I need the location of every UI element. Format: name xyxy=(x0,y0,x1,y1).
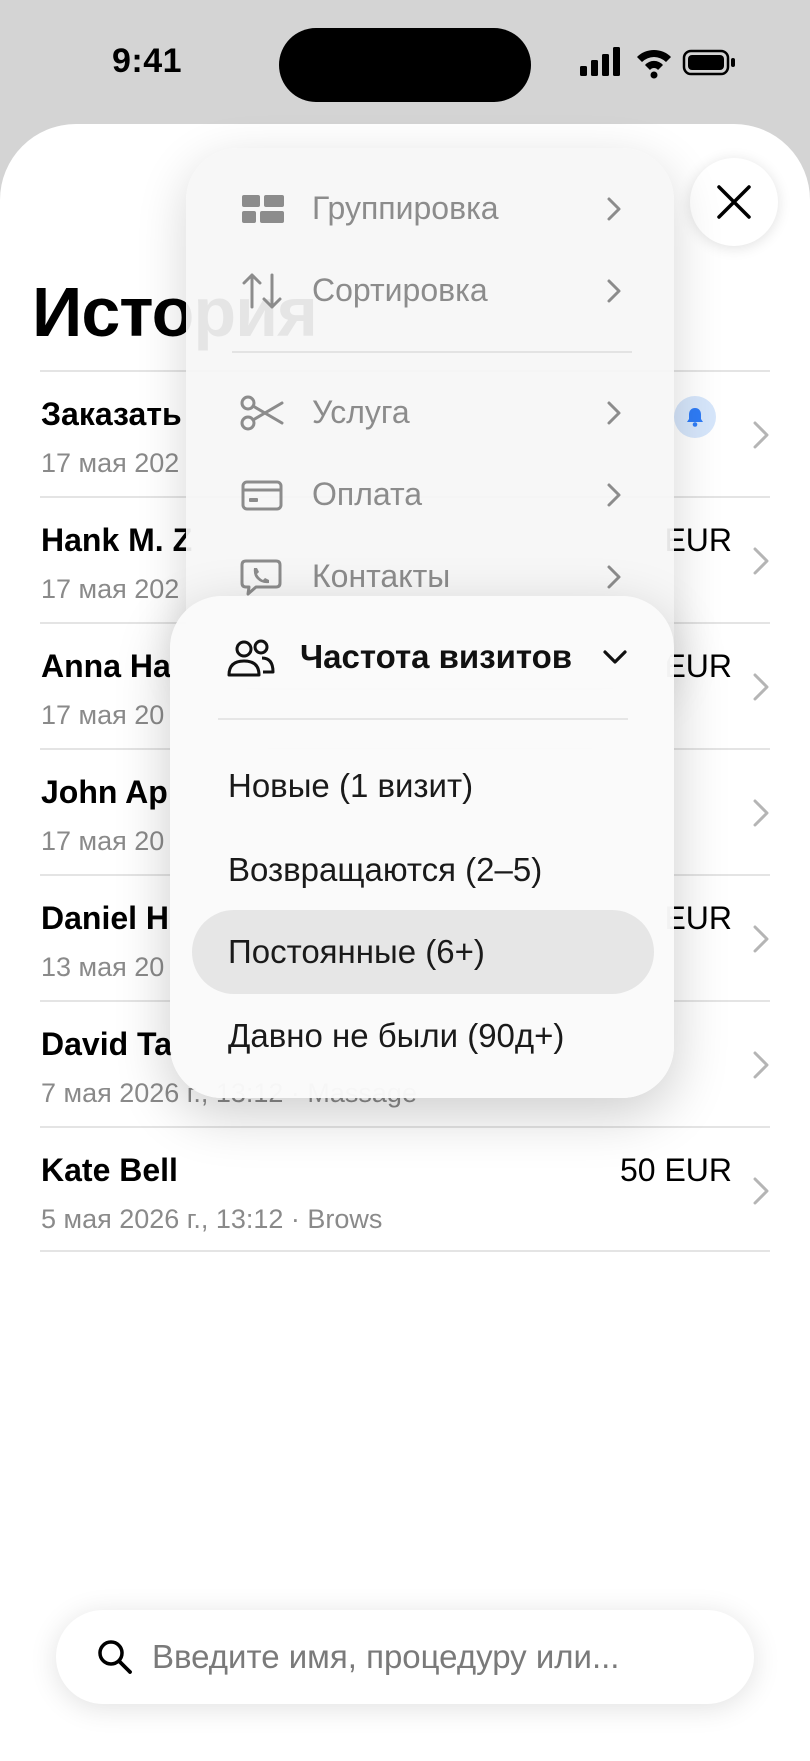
submenu-header[interactable]: Частота визитов xyxy=(170,596,674,716)
list-item-subtitle: 17 мая 202 xyxy=(41,448,180,478)
menu-item-payment[interactable]: Оплата xyxy=(186,460,674,530)
list-item-amount: 50 EUR xyxy=(619,1152,732,1188)
status-time: 9:41 xyxy=(112,42,183,80)
status-bar: 9:41 xyxy=(0,0,810,130)
menu-item-label: Контакты xyxy=(312,558,451,594)
chevron-right-icon xyxy=(607,565,621,589)
list-item-amount: EUR xyxy=(664,522,732,558)
list-item-subtitle: 5 мая 2026 г., 13:12 · Brows xyxy=(41,1204,383,1234)
menu-item-service[interactable]: Услуга xyxy=(186,378,674,448)
menu-item-sorting[interactable]: Сортировка xyxy=(186,256,674,326)
list-item-title: Hank M. Z xyxy=(41,522,193,558)
notification-badge xyxy=(674,396,716,438)
menu-item-label: Услуга xyxy=(312,394,410,430)
chevron-right-icon xyxy=(753,673,769,701)
list-item-amount: EUR xyxy=(664,648,732,684)
list-item-title: Daniel H xyxy=(41,900,170,936)
list-item[interactable]: Kate Bell 5 мая 2026 г., 13:12 · Brows 5… xyxy=(40,1126,770,1252)
menu-item-label: Группировка xyxy=(312,190,499,226)
chevron-down-icon xyxy=(603,650,627,664)
close-icon xyxy=(717,185,751,219)
cellular-signal-icon xyxy=(580,47,620,76)
list-item-subtitle: 13 мая 20 xyxy=(41,952,165,982)
wifi-icon xyxy=(637,49,671,79)
list-item-title: Kate Bell xyxy=(41,1152,178,1188)
list-item-title: Заказать xyxy=(41,396,182,432)
search-bar[interactable] xyxy=(56,1610,754,1704)
grouping-icon xyxy=(242,195,284,223)
dynamic-island xyxy=(279,28,531,102)
list-item-subtitle: 17 мая 202 xyxy=(41,574,180,604)
option-label: Постоянные (6+) xyxy=(228,933,485,970)
close-button[interactable] xyxy=(690,158,778,246)
menu-item-grouping[interactable]: Группировка xyxy=(186,174,674,244)
chevron-right-icon xyxy=(753,547,769,575)
menu-item-label: Оплата xyxy=(312,476,423,512)
people-icon xyxy=(227,639,275,677)
card-icon xyxy=(241,480,283,511)
menu-divider xyxy=(232,351,632,353)
list-item-title: John Ap xyxy=(41,774,168,810)
list-item-subtitle: 17 мая 20 xyxy=(41,700,165,730)
chevron-right-icon xyxy=(607,279,621,303)
list-item-title: David Ta xyxy=(41,1026,172,1062)
list-item-amount: EUR xyxy=(664,900,732,936)
chevron-right-icon xyxy=(753,925,769,953)
chevron-right-icon xyxy=(753,1051,769,1079)
chat-phone-icon xyxy=(240,559,282,596)
option-label: Новые (1 визит) xyxy=(228,767,474,804)
option-new-clients[interactable]: Новые (1 визит) xyxy=(192,744,654,828)
search-input[interactable] xyxy=(152,1610,732,1704)
chevron-right-icon xyxy=(753,799,769,827)
status-icons xyxy=(580,47,735,79)
chevron-right-icon xyxy=(607,197,621,221)
option-label: Давно не были (90д+) xyxy=(228,1017,565,1054)
list-item-subtitle: 17 мая 20 xyxy=(41,826,165,856)
visit-frequency-submenu: Частота визитов Новые (1 визит) Возвраща… xyxy=(170,596,674,1098)
submenu-title: Частота визитов xyxy=(300,638,573,675)
list-item-title: Anna Ha xyxy=(41,648,171,684)
option-returning-clients[interactable]: Возвращаются (2–5) xyxy=(192,828,654,912)
option-lapsed-clients[interactable]: Давно не были (90д+) xyxy=(192,994,654,1078)
chevron-right-icon xyxy=(753,421,769,449)
option-regular-clients[interactable]: Постоянные (6+) xyxy=(192,910,654,994)
bell-icon xyxy=(687,408,703,427)
option-label: Возвращаются (2–5) xyxy=(228,851,543,888)
search-icon xyxy=(98,1640,132,1674)
sort-icon xyxy=(242,273,282,309)
menu-item-label: Сортировка xyxy=(312,272,488,308)
scissors-icon xyxy=(240,395,284,431)
chevron-right-icon xyxy=(753,1177,769,1205)
chevron-right-icon xyxy=(607,401,621,425)
chevron-right-icon xyxy=(607,483,621,507)
submenu-divider xyxy=(218,718,628,720)
battery-icon xyxy=(682,49,735,76)
